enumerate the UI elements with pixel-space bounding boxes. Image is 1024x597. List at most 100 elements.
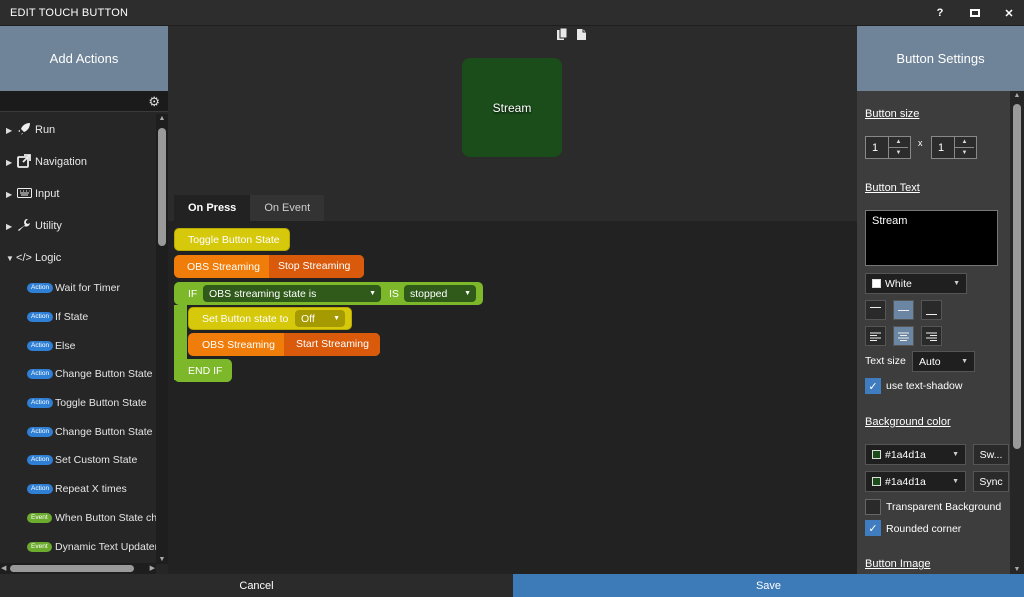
maximize-button[interactable] [960, 0, 990, 26]
text-color-select[interactable]: White ▼ [865, 273, 967, 294]
expand-arrow-icon[interactable]: ▶ [6, 126, 12, 135]
action-item[interactable]: Action Change Button State b [0, 417, 156, 446]
scroll-up-icon[interactable]: ▲ [156, 115, 168, 122]
stepper-value: 1 [872, 141, 879, 154]
if-label: IF [188, 287, 198, 300]
scrollbar-thumb[interactable] [158, 128, 166, 246]
transparent-background-checkbox[interactable] [865, 499, 881, 515]
action-badge: Action [27, 283, 54, 294]
paste-icon[interactable] [576, 28, 588, 44]
copy-icon[interactable] [556, 27, 568, 44]
scroll-down-icon[interactable]: ▼ [156, 556, 168, 563]
category-run[interactable]: ▶ Run [0, 114, 156, 146]
action-list-horizontal-scrollbar[interactable]: ◀ ▶ [0, 563, 156, 574]
decrement-icon[interactable]: ▼ [955, 148, 974, 158]
swatches-button[interactable]: Sw... [973, 444, 1009, 465]
checkmark-icon: ✓ [868, 380, 878, 393]
expand-arrow-icon[interactable]: ▶ [6, 222, 12, 231]
increment-icon[interactable]: ▲ [889, 137, 908, 148]
stop-streaming-field[interactable]: Stop Streaming [269, 255, 364, 278]
edit-touch-button-window: EDIT TOUCH BUTTON ? ✕ Add Actions ⚙ ▶ Ru… [0, 0, 1024, 597]
button-size-label: Button size [865, 108, 920, 120]
collapse-arrow-icon[interactable]: ▼ [6, 254, 14, 263]
color-swatch [872, 279, 881, 288]
button-settings-panel: Button Settings Button size 1 ▲ ▼ x 1 ▲ … [857, 26, 1024, 574]
category-navigation[interactable]: ▶ Navigation [0, 146, 156, 178]
align-top-button[interactable] [865, 300, 886, 320]
action-item[interactable]: Action Wait for Timer [0, 274, 156, 303]
dropdown-value: OBS streaming state is [209, 287, 317, 300]
block-label: Set Button state to [202, 312, 289, 325]
category-logic[interactable]: ▼ </> Logic [0, 242, 156, 274]
close-icon: ✕ [1004, 7, 1014, 20]
if-condition-dropdown[interactable]: OBS streaming state is ▼ [203, 285, 381, 302]
rounded-corner-checkbox[interactable]: ✓ [865, 520, 881, 536]
action-item[interactable]: Action If State [0, 303, 156, 332]
align-right-button[interactable] [921, 326, 942, 346]
save-button[interactable]: Save [513, 574, 1024, 597]
help-icon: ? [936, 7, 944, 19]
action-item[interactable]: Action Toggle Button State [0, 389, 156, 418]
toggle-button-state-block[interactable]: Toggle Button State [174, 228, 290, 251]
align-middle-button[interactable] [893, 300, 914, 320]
tab-on-event[interactable]: On Event [250, 195, 325, 221]
close-button[interactable]: ✕ [994, 0, 1024, 26]
action-item[interactable]: Action Change Button State [0, 360, 156, 389]
action-item[interactable]: Action Set Custom State [0, 446, 156, 475]
button-text-input[interactable]: Stream [865, 210, 998, 266]
decrement-icon[interactable]: ▼ [889, 148, 908, 158]
button-text-label: Button Text [865, 182, 920, 194]
tab-on-press[interactable]: On Press [174, 195, 251, 221]
action-badge: Action [27, 398, 54, 409]
add-actions-panel: Add Actions ⚙ ▶ Run ▶ Navigation ▶ Input… [0, 26, 168, 574]
gear-icon[interactable]: ⚙ [148, 94, 160, 110]
obs-stop-streaming-block[interactable]: OBS Streaming Stop Streaming [174, 255, 364, 278]
category-label: Run [35, 124, 56, 136]
action-label: Toggle Button State [55, 397, 147, 410]
category-input[interactable]: ▶ Input [0, 178, 156, 210]
text-size-select[interactable]: Auto ▼ [912, 351, 975, 372]
expand-arrow-icon[interactable]: ▶ [6, 190, 12, 199]
event-badge: Event [27, 512, 52, 523]
help-button[interactable]: ? [925, 0, 955, 26]
action-list-vertical-scrollbar[interactable]: ▲ ▼ [156, 114, 168, 564]
action-label: Change Button State [55, 368, 153, 381]
start-streaming-field[interactable]: Start Streaming [284, 333, 380, 356]
background-color-select-2[interactable]: #1a4d1a ▼ [865, 471, 966, 492]
scrollbar-thumb[interactable] [10, 565, 134, 572]
action-item[interactable]: Action Repeat X times [0, 475, 156, 504]
if-value-dropdown[interactable]: stopped ▼ [404, 285, 476, 302]
settings-vertical-scrollbar[interactable]: ▲ ▼ [1010, 91, 1024, 574]
category-utility[interactable]: ▶ Utility [0, 210, 156, 242]
scroll-right-icon[interactable]: ▶ [150, 564, 155, 572]
end-if-block[interactable]: END IF [174, 359, 232, 382]
background-color-select[interactable]: #1a4d1a ▼ [865, 444, 966, 465]
set-button-state-block[interactable]: Set Button state to Off ▼ [188, 307, 352, 330]
button-height-stepper[interactable]: 1 ▲ ▼ [931, 136, 977, 159]
blocks-workspace[interactable]: Toggle Button State OBS Streaming Stop S… [168, 221, 857, 574]
scroll-down-icon[interactable]: ▼ [1010, 566, 1024, 573]
sync-button[interactable]: Sync [973, 471, 1009, 492]
scroll-up-icon[interactable]: ▲ [1010, 92, 1024, 99]
cancel-button[interactable]: Cancel [0, 574, 513, 597]
obs-start-streaming-block[interactable]: OBS Streaming Start Streaming [188, 333, 380, 356]
action-label: Dynamic Text Updater [55, 540, 156, 553]
category-label: Utility [35, 220, 62, 232]
action-item[interactable]: Action Else [0, 331, 156, 360]
block-field-label: Stop Streaming [278, 260, 351, 272]
if-block[interactable]: IF OBS streaming state is ▼ IS stopped ▼ [174, 282, 483, 305]
stepper-buttons: ▲ ▼ [954, 137, 974, 158]
scroll-left-icon[interactable]: ◀ [1, 564, 6, 572]
keyboard-icon [16, 187, 32, 202]
increment-icon[interactable]: ▲ [955, 137, 974, 148]
scrollbar-thumb[interactable] [1013, 104, 1021, 449]
button-width-stepper[interactable]: 1 ▲ ▼ [865, 136, 911, 159]
align-bottom-button[interactable] [921, 300, 942, 320]
align-center-button[interactable] [893, 326, 914, 346]
set-state-dropdown[interactable]: Off ▼ [295, 310, 345, 327]
event-item[interactable]: Event Dynamic Text Updater [0, 532, 156, 561]
text-shadow-checkbox[interactable]: ✓ [865, 378, 881, 394]
align-left-button[interactable] [865, 326, 886, 346]
event-item[interactable]: Event When Button State cha [0, 504, 156, 533]
expand-arrow-icon[interactable]: ▶ [6, 158, 12, 167]
